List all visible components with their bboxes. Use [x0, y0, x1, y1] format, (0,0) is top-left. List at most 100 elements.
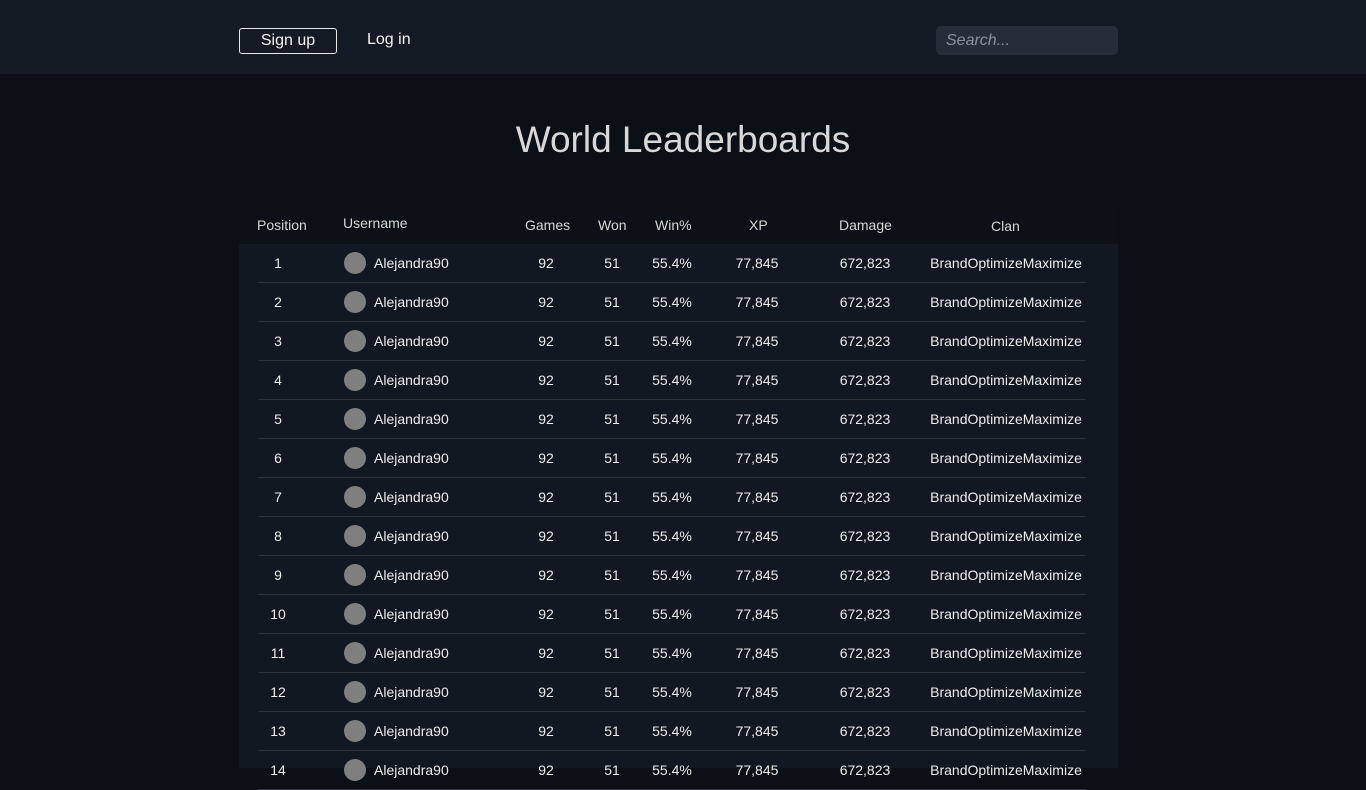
row-clan[interactable]: BrandOptimizeMaximize [922, 322, 1090, 360]
row-won: 51 [604, 762, 620, 778]
table-row[interactable]: 4 Alejandra90 92 51 55.4% 77,845 672,823… [258, 361, 1086, 400]
row-username[interactable]: Alejandra90 [374, 751, 449, 789]
table-row[interactable]: 1 Alejandra90 92 51 55.4% 77,845 672,823… [258, 244, 1086, 283]
row-username[interactable]: Alejandra90 [374, 361, 449, 399]
row-win-percent: 55.4% [652, 606, 692, 622]
row-damage: 672,823 [839, 450, 891, 466]
column-header-xp: XP [749, 217, 768, 233]
sign-up-button[interactable]: Sign up [239, 28, 337, 54]
row-username[interactable]: Alejandra90 [374, 439, 449, 477]
row-win-percent: 55.4% [652, 333, 692, 349]
row-clan[interactable]: BrandOptimizeMaximize [922, 751, 1090, 789]
row-won: 51 [604, 294, 620, 310]
row-clan[interactable]: BrandOptimizeMaximize [922, 712, 1090, 750]
row-username[interactable]: Alejandra90 [374, 478, 449, 516]
row-username[interactable]: Alejandra90 [374, 517, 449, 555]
row-position: 12 [270, 684, 286, 700]
table-header: Position Username Games Won Win% XP Dama… [239, 206, 1118, 244]
row-clan[interactable]: BrandOptimizeMaximize [922, 244, 1090, 282]
row-clan[interactable]: BrandOptimizeMaximize [922, 361, 1090, 399]
row-games: 92 [538, 489, 554, 505]
row-xp: 77,845 [735, 606, 779, 622]
avatar [344, 759, 366, 781]
row-xp: 77,845 [735, 762, 779, 778]
table-row[interactable]: 11 Alejandra90 92 51 55.4% 77,845 672,82… [258, 634, 1086, 673]
row-xp: 77,845 [735, 528, 779, 544]
row-win-percent: 55.4% [652, 645, 692, 661]
row-clan[interactable]: BrandOptimizeMaximize [922, 400, 1090, 438]
row-damage: 672,823 [839, 723, 891, 739]
row-username[interactable]: Alejandra90 [374, 595, 449, 633]
avatar [344, 642, 366, 664]
row-win-percent: 55.4% [652, 294, 692, 310]
row-win-percent: 55.4% [652, 450, 692, 466]
row-games: 92 [538, 411, 554, 427]
avatar [344, 291, 366, 313]
row-position: 8 [274, 528, 282, 544]
row-position: 11 [270, 645, 286, 661]
column-header-clan: Clan [991, 218, 1020, 234]
table-row[interactable]: 12 Alejandra90 92 51 55.4% 77,845 672,82… [258, 673, 1086, 712]
row-won: 51 [604, 684, 620, 700]
row-damage: 672,823 [839, 606, 891, 622]
row-position: 3 [274, 333, 282, 349]
avatar [344, 486, 366, 508]
row-win-percent: 55.4% [652, 684, 692, 700]
row-username[interactable]: Alejandra90 [374, 634, 449, 672]
row-position: 2 [274, 294, 282, 310]
row-username[interactable]: Alejandra90 [374, 283, 449, 321]
row-username[interactable]: Alejandra90 [374, 673, 449, 711]
table-row[interactable]: 13 Alejandra90 92 51 55.4% 77,845 672,82… [258, 712, 1086, 751]
row-xp: 77,845 [735, 567, 779, 583]
row-clan[interactable]: BrandOptimizeMaximize [922, 556, 1090, 594]
column-header-damage: Damage [839, 217, 892, 233]
row-won: 51 [604, 333, 620, 349]
page-title: World Leaderboards [515, 119, 851, 160]
row-damage: 672,823 [839, 411, 891, 427]
row-username[interactable]: Alejandra90 [374, 244, 449, 282]
row-damage: 672,823 [839, 567, 891, 583]
column-header-win-percent: Win% [655, 217, 692, 233]
row-won: 51 [604, 450, 620, 466]
row-username[interactable]: Alejandra90 [374, 322, 449, 360]
row-won: 51 [604, 723, 620, 739]
row-clan[interactable]: BrandOptimizeMaximize [922, 478, 1090, 516]
table-row[interactable]: 5 Alejandra90 92 51 55.4% 77,845 672,823… [258, 400, 1086, 439]
row-win-percent: 55.4% [652, 528, 692, 544]
row-position: 9 [274, 567, 282, 583]
avatar [344, 252, 366, 274]
row-games: 92 [538, 372, 554, 388]
table-row[interactable]: 14 Alejandra90 92 51 55.4% 77,845 672,82… [258, 751, 1086, 790]
table-row[interactable]: 6 Alejandra90 92 51 55.4% 77,845 672,823… [258, 439, 1086, 478]
row-xp: 77,845 [735, 684, 779, 700]
row-games: 92 [538, 450, 554, 466]
row-xp: 77,845 [735, 372, 779, 388]
row-damage: 672,823 [839, 255, 891, 271]
row-xp: 77,845 [735, 294, 779, 310]
row-clan[interactable]: BrandOptimizeMaximize [922, 283, 1090, 321]
row-games: 92 [538, 723, 554, 739]
table-row[interactable]: 10 Alejandra90 92 51 55.4% 77,845 672,82… [258, 595, 1086, 634]
row-username[interactable]: Alejandra90 [374, 400, 449, 438]
table-row[interactable]: 2 Alejandra90 92 51 55.4% 77,845 672,823… [258, 283, 1086, 322]
row-clan[interactable]: BrandOptimizeMaximize [922, 673, 1090, 711]
row-games: 92 [538, 567, 554, 583]
row-clan[interactable]: BrandOptimizeMaximize [922, 595, 1090, 633]
row-won: 51 [604, 606, 620, 622]
top-navigation-bar: Sign up Log in [0, 0, 1366, 74]
row-clan[interactable]: BrandOptimizeMaximize [922, 517, 1090, 555]
row-clan[interactable]: BrandOptimizeMaximize [922, 634, 1090, 672]
table-row[interactable]: 7 Alejandra90 92 51 55.4% 77,845 672,823… [258, 478, 1086, 517]
table-row[interactable]: 8 Alejandra90 92 51 55.4% 77,845 672,823… [258, 517, 1086, 556]
avatar [344, 525, 366, 547]
row-clan[interactable]: BrandOptimizeMaximize [922, 439, 1090, 477]
row-username[interactable]: Alejandra90 [374, 712, 449, 750]
table-row[interactable]: 3 Alejandra90 92 51 55.4% 77,845 672,823… [258, 322, 1086, 361]
log-in-link[interactable]: Log in [367, 28, 411, 52]
row-damage: 672,823 [839, 294, 891, 310]
table-row[interactable]: 9 Alejandra90 92 51 55.4% 77,845 672,823… [258, 556, 1086, 595]
search-input[interactable] [936, 26, 1118, 55]
row-username[interactable]: Alejandra90 [374, 556, 449, 594]
row-damage: 672,823 [839, 528, 891, 544]
row-games: 92 [538, 333, 554, 349]
